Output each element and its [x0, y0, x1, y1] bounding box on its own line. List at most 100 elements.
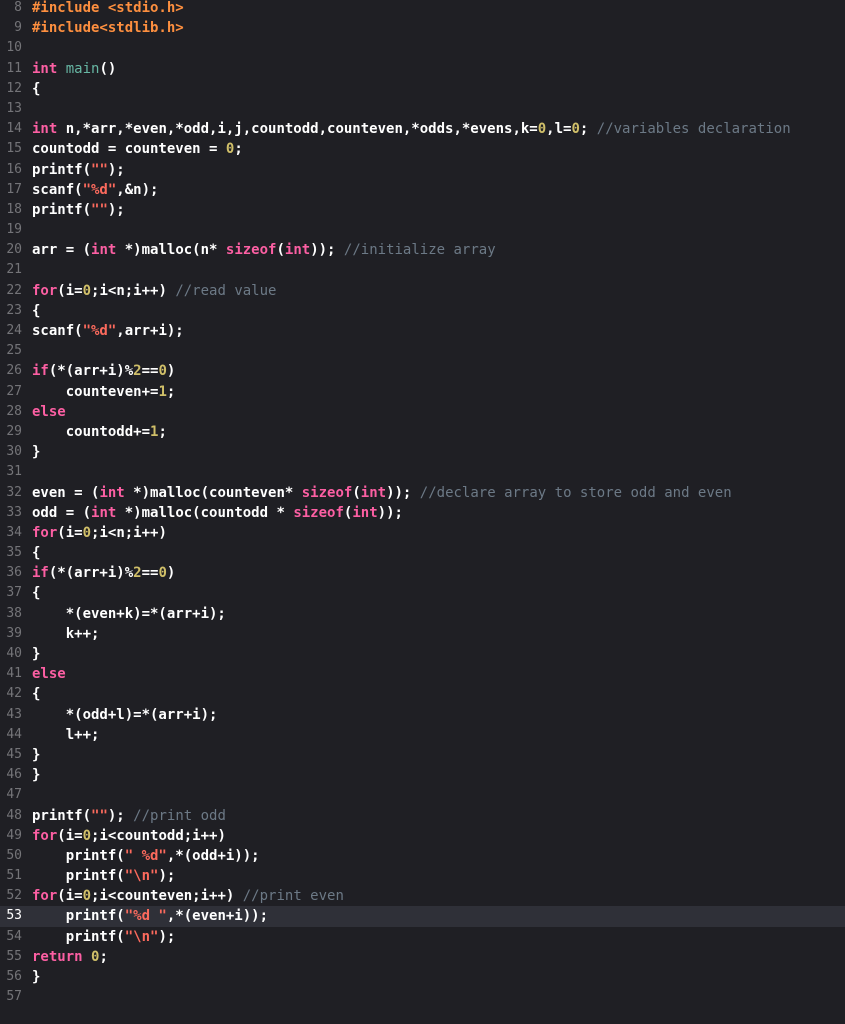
code-line[interactable]: 51 printf("\n");	[0, 866, 845, 886]
code-line[interactable]: 8 #include <stdio.h>	[0, 0, 845, 18]
code-line[interactable]: 42 {	[0, 684, 845, 704]
code-text[interactable]: printf("\n");	[32, 866, 176, 886]
code-line[interactable]: 32 even = (int *)malloc(counteven* sizeof…	[0, 483, 845, 503]
code-text[interactable]: {	[32, 301, 40, 321]
code-text[interactable]: *(even+k)=*(arr+i);	[32, 604, 226, 624]
code-line[interactable]: 56}	[0, 967, 845, 987]
code-line[interactable]: 47	[0, 785, 845, 805]
code-line[interactable]: 21	[0, 260, 845, 280]
code-line[interactable]: 35 {	[0, 543, 845, 563]
code-text[interactable]: }	[32, 765, 40, 785]
line-number: 17	[6, 181, 22, 197]
code-text[interactable]: printf(""); //print odd	[32, 806, 226, 826]
code-line[interactable]: 10	[0, 38, 845, 58]
code-text[interactable]: #include<stdlib.h>	[32, 18, 184, 38]
code-line[interactable]: 37 {	[0, 583, 845, 603]
code-line[interactable]: 29 countodd+=1;	[0, 422, 845, 442]
code-token: "%d"	[82, 181, 117, 198]
code-line[interactable]: 44 l++;	[0, 725, 845, 745]
code-text[interactable]: else	[32, 402, 66, 422]
code-text[interactable]: for(i=0;i<n;i++)	[32, 523, 167, 543]
code-text[interactable]: odd = (int *)malloc(countodd * sizeof(in…	[32, 503, 403, 523]
code-line[interactable]: 38 *(even+k)=*(arr+i);	[0, 604, 845, 624]
code-line[interactable]: 25	[0, 341, 845, 361]
code-text[interactable]: *(odd+l)=*(arr+i);	[32, 705, 218, 725]
code-text[interactable]: }	[32, 967, 40, 987]
code-token: {	[32, 302, 41, 319]
code-line[interactable]: 11 int main()	[0, 59, 845, 79]
code-token: ,*(even+i));	[166, 908, 269, 925]
code-line[interactable]: 24 scanf("%d",arr+i);	[0, 321, 845, 341]
code-line[interactable]: 55 return 0;	[0, 947, 845, 967]
code-text[interactable]: if(*(arr+i)%2==0)	[32, 563, 175, 583]
code-text[interactable]: counteven+=1;	[32, 382, 176, 402]
code-line[interactable]: 53 printf("%d ",*(even+i));	[0, 906, 845, 927]
code-text[interactable]: k++;	[32, 624, 100, 644]
code-line[interactable]: 26 if(*(arr+i)%2==0)	[0, 361, 845, 381]
code-line[interactable]: 17 scanf("%d",&n);	[0, 180, 845, 200]
code-text[interactable]: for(i=0;i<n;i++) //read value	[32, 281, 276, 301]
code-text[interactable]: return 0;	[32, 947, 108, 967]
code-line[interactable]: 36 if(*(arr+i)%2==0)	[0, 563, 845, 583]
code-text[interactable]: printf(" %d",*(odd+i));	[32, 846, 260, 866]
code-line[interactable]: 46}	[0, 765, 845, 785]
code-line[interactable]: 20 arr = (int *)malloc(n* sizeof(int)); /…	[0, 240, 845, 260]
code-line[interactable]: 34 for(i=0;i<n;i++)	[0, 523, 845, 543]
code-line[interactable]: 14 int n,*arr,*even,*odd,i,j,countodd,cou…	[0, 119, 845, 139]
code-text[interactable]: printf("%d ",*(even+i));	[32, 906, 268, 926]
code-line[interactable]: 40}	[0, 644, 845, 664]
code-text[interactable]: l++;	[32, 725, 100, 745]
code-line[interactable]: 43 *(odd+l)=*(arr+i);	[0, 705, 845, 725]
code-text[interactable]: printf("");	[32, 160, 125, 180]
code-line[interactable]: 18 printf("");	[0, 200, 845, 220]
code-text[interactable]: if(*(arr+i)%2==0)	[32, 361, 175, 381]
code-text[interactable]: {	[32, 684, 40, 704]
code-text[interactable]: countodd+=1;	[32, 422, 167, 442]
code-line[interactable]: 12 {	[0, 79, 845, 99]
code-text[interactable]: arr = (int *)malloc(n* sizeof(int)); //i…	[32, 240, 496, 260]
code-line[interactable]: 30}	[0, 442, 845, 462]
code-line[interactable]: 48 printf(""); //print odd	[0, 806, 845, 826]
code-text[interactable]: else	[32, 664, 66, 684]
code-text[interactable]: {	[32, 543, 40, 563]
code-token: "%d "	[124, 908, 167, 925]
code-text[interactable]: scanf("%d",&n);	[32, 180, 158, 200]
code-line[interactable]: 15 countodd = counteven = 0;	[0, 139, 845, 159]
code-text[interactable]: }	[32, 745, 40, 765]
code-line[interactable]: 33 odd = (int *)malloc(countodd * sizeof(…	[0, 503, 845, 523]
code-token: ,l=	[546, 121, 572, 138]
code-text[interactable]: {	[32, 79, 40, 99]
code-line[interactable]: 50 printf(" %d",*(odd+i));	[0, 846, 845, 866]
code-line[interactable]: 45}	[0, 745, 845, 765]
code-text[interactable]: int main()	[32, 59, 116, 79]
code-line[interactable]: 13	[0, 99, 845, 119]
line-number: 47	[6, 787, 22, 803]
code-line[interactable]: 28 else	[0, 402, 845, 422]
code-text[interactable]: printf("\n");	[32, 927, 176, 947]
code-text[interactable]: scanf("%d",arr+i);	[32, 321, 184, 341]
code-line[interactable]: 54 printf("\n");	[0, 927, 845, 947]
code-line[interactable]: 16 printf("");	[0, 160, 845, 180]
code-text[interactable]: printf("");	[32, 200, 125, 220]
code-text[interactable]: int n,*arr,*even,*odd,i,j,countodd,count…	[32, 119, 791, 139]
code-line[interactable]: 52 for(i=0;i<counteven;i++) //print even	[0, 886, 845, 906]
code-text[interactable]: even = (int *)malloc(counteven* sizeof(i…	[32, 483, 732, 503]
code-line[interactable]: 57	[0, 987, 845, 1007]
code-line[interactable]: 41 else	[0, 664, 845, 684]
code-text[interactable]: #include <stdio.h>	[32, 0, 184, 18]
code-line[interactable]: 19	[0, 220, 845, 240]
code-text[interactable]: countodd = counteven = 0;	[32, 139, 243, 159]
code-text[interactable]: for(i=0;i<countodd;i++)	[32, 826, 226, 846]
code-line[interactable]: 39 k++;	[0, 624, 845, 644]
code-line[interactable]: 9 #include<stdlib.h>	[0, 18, 845, 38]
code-text[interactable]: {	[32, 583, 40, 603]
code-line[interactable]: 22 for(i=0;i<n;i++) //read value	[0, 281, 845, 301]
code-text[interactable]: }	[32, 644, 40, 664]
code-editor[interactable]: 8 #include <stdio.h> 9 #include<stdlib.h> 10…	[0, 0, 845, 1024]
code-line[interactable]: 27 counteven+=1;	[0, 382, 845, 402]
code-line[interactable]: 49 for(i=0;i<countodd;i++)	[0, 826, 845, 846]
code-line[interactable]: 31	[0, 462, 845, 482]
code-text[interactable]: }	[32, 442, 40, 462]
code-line[interactable]: 23 {	[0, 301, 845, 321]
code-text[interactable]: for(i=0;i<counteven;i++) //print even	[32, 886, 344, 906]
